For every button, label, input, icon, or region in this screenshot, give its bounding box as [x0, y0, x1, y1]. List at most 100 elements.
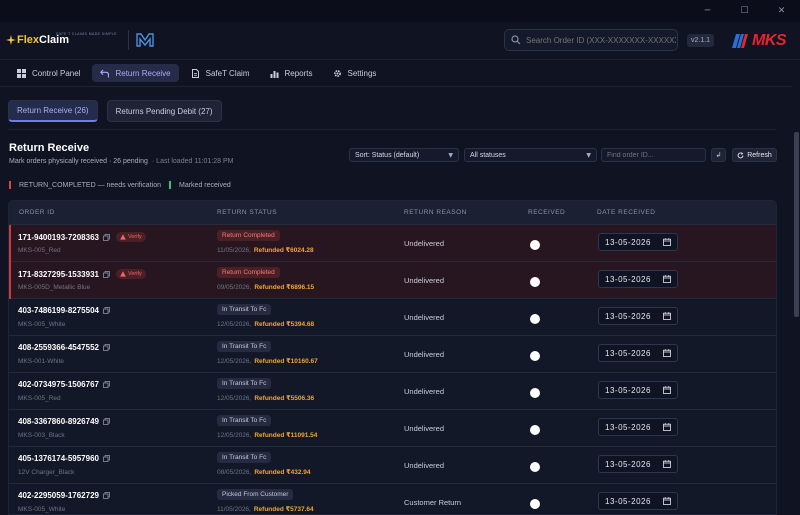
verify-badge[interactable]: Verify [115, 232, 146, 242]
return-reason: Undelivered [404, 239, 445, 248]
status-date: 11/05/2026, [217, 247, 251, 254]
calendar-icon[interactable] [663, 238, 671, 246]
warning-icon [120, 234, 126, 240]
refresh-button[interactable]: Refresh [732, 148, 777, 162]
sort-select[interactable]: Sort: Status (default) ▼ [349, 148, 459, 162]
status-detail: 09/05/2026, Refunded ₹6896.15 [217, 283, 314, 291]
calendar-icon[interactable] [663, 423, 671, 431]
return-reason: Undelivered [404, 276, 445, 285]
nav-control-panel[interactable]: Control Panel [9, 64, 88, 82]
status-detail: 11/05/2026, Refunded ₹6024.28 [217, 246, 314, 254]
copy-icon[interactable] [103, 492, 110, 499]
nav-settings[interactable]: Settings [325, 64, 385, 82]
table-row[interactable]: 408-2559366-4547552 MKS-001-White In Trans… [9, 336, 776, 373]
table-row[interactable]: 408-3367860-8926749 MKS-003_Black In Trans… [9, 410, 776, 447]
date-received-input[interactable]: 13-05-2026 [598, 233, 678, 251]
return-reason: Undelivered [404, 313, 445, 322]
order-id-text[interactable]: 402-2295059-1762729 [18, 491, 99, 500]
maximize-button[interactable]: ☐ [726, 0, 763, 22]
received-radio[interactable] [530, 499, 540, 509]
window-controls: ─ ☐ ✕ [689, 0, 800, 22]
copy-icon[interactable] [103, 344, 110, 351]
received-radio[interactable] [530, 240, 540, 250]
table-row[interactable]: 405-1376174-5957960 12V Charger_Black In T… [9, 447, 776, 484]
date-received-input[interactable]: 13-05-2026 [598, 418, 678, 436]
date-received-input[interactable]: 13-05-2026 [598, 381, 678, 399]
app-header: FlexClaim SAFE T CLAIMS MADE SIMPLE v2.1… [0, 22, 800, 60]
order-id-text[interactable]: 405-1376174-5957960 [18, 454, 99, 463]
grid-icon [17, 68, 26, 78]
copy-icon[interactable] [103, 233, 110, 241]
minimize-button[interactable]: ─ [689, 0, 726, 22]
find-order-input[interactable] [601, 148, 706, 162]
sku-text: MKS-003_Black [18, 432, 65, 439]
received-radio[interactable] [530, 351, 540, 361]
nav-return-receive[interactable]: Return Receive [92, 64, 179, 82]
date-received-value: 13-05-2026 [605, 422, 651, 432]
received-radio[interactable] [530, 462, 540, 472]
order-id-text[interactable]: 402-0734975-1506767 [18, 380, 99, 389]
verify-label: Verify [127, 271, 142, 277]
copy-icon[interactable] [103, 418, 110, 425]
status-filter-select[interactable]: All statuses ▼ [464, 148, 597, 162]
calendar-icon[interactable] [663, 312, 671, 320]
order-id-text[interactable]: 408-2559366-4547552 [18, 343, 99, 352]
status-detail: 11/05/2026, Refunded ₹5737.64 [217, 505, 314, 513]
page-scrollbar[interactable] [792, 60, 800, 515]
order-id-text[interactable]: 403-7486199-8275504 [18, 306, 99, 315]
status-date: 12/05/2026, [217, 321, 252, 328]
table-row[interactable]: 171-8327295-1533931 Verify MKS-005D_Metall… [9, 262, 776, 299]
returns-table: ORDER ID RETURN STATUS RETURN REASON REC… [8, 200, 777, 515]
copy-icon[interactable] [103, 455, 110, 462]
calendar-icon[interactable] [663, 275, 671, 283]
close-button[interactable]: ✕ [763, 0, 800, 22]
received-radio[interactable] [530, 425, 540, 435]
scrollbar-thumb[interactable] [794, 132, 799, 317]
received-radio[interactable] [530, 314, 540, 324]
order-search[interactable] [504, 29, 678, 51]
return-reason: Customer Return [404, 498, 462, 507]
order-id-text[interactable]: 171-9400193-7208363 [18, 233, 99, 242]
date-received-input[interactable]: 13-05-2026 [598, 270, 678, 288]
chevron-down-icon: ▼ [448, 151, 453, 159]
pending-summary: Mark orders physically received · 26 pen… [9, 158, 148, 165]
received-radio[interactable] [530, 277, 540, 287]
search-input[interactable] [526, 35, 676, 45]
calendar-icon[interactable] [663, 497, 671, 505]
verify-badge[interactable]: Verify [115, 269, 146, 279]
table-row[interactable]: 171-9400193-7208363 Verify MKS-005_Red Retu… [9, 225, 776, 262]
return-status-badge: Picked From Customer [217, 489, 294, 500]
order-id: 408-2559366-4547552 [18, 343, 110, 352]
tab-return-receive[interactable]: Return Receive (26) [8, 100, 98, 122]
table-row[interactable]: 402-0734975-1506767 MKS-005_Red In Transit… [9, 373, 776, 410]
nav-reports[interactable]: Reports [262, 64, 321, 82]
date-received-input[interactable]: 13-05-2026 [598, 344, 678, 362]
calendar-icon[interactable] [663, 460, 671, 468]
copy-icon[interactable] [103, 270, 110, 278]
order-id: 408-3367860-8926749 [18, 417, 110, 426]
copy-icon[interactable] [103, 381, 110, 388]
calendar-icon[interactable] [663, 386, 671, 394]
order-id-text[interactable]: 408-3367860-8926749 [18, 417, 99, 426]
copy-icon[interactable] [103, 307, 110, 314]
mks-logo: MKS [731, 29, 794, 53]
nav-safet-claim[interactable]: SafeT Claim [183, 64, 258, 82]
date-received-input[interactable]: 13-05-2026 [598, 492, 678, 510]
date-received-input[interactable]: 13-05-2026 [598, 307, 678, 325]
sku-text: MKS-005D_Metallic Blue [18, 284, 91, 291]
order-id: 171-8327295-1533931 Verify [18, 269, 146, 279]
date-received-input[interactable]: 13-05-2026 [598, 455, 678, 473]
col-order-id: ORDER ID [19, 209, 55, 216]
order-id-text[interactable]: 171-8327295-1533931 [18, 270, 99, 279]
status-date: 08/05/2026, [217, 469, 252, 476]
sort-direction-button[interactable]: ↲ [711, 148, 726, 162]
order-id: 171-9400193-7208363 Verify [18, 232, 146, 242]
calendar-icon[interactable] [663, 349, 671, 357]
bar-chart-icon [270, 70, 278, 78]
table-row[interactable]: 402-2295059-1762729 MKS-005_White Picked F… [9, 484, 776, 514]
return-reason: Undelivered [404, 387, 445, 396]
received-radio[interactable] [530, 388, 540, 398]
date-received-value: 13-05-2026 [605, 311, 651, 321]
table-row[interactable]: 403-7486199-8275504 MKS-005_White In Trans… [9, 299, 776, 336]
tab-returns-pending-debit[interactable]: Returns Pending Debit (27) [106, 100, 222, 122]
